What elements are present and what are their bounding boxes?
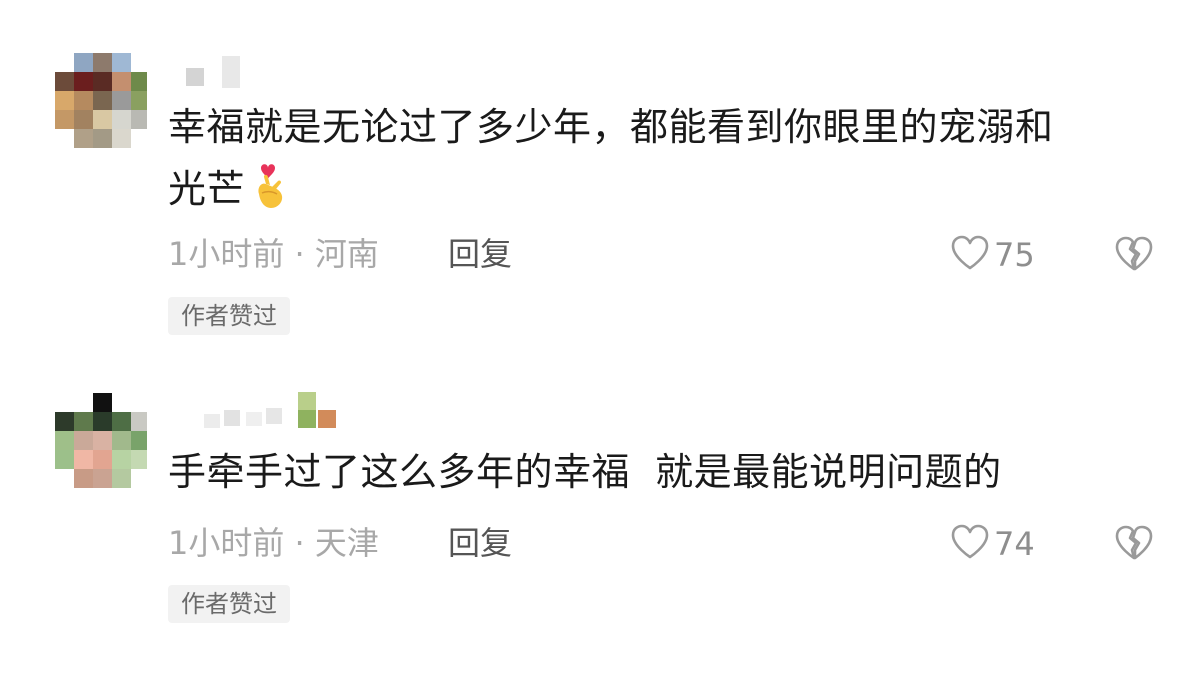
avatar[interactable] [55, 53, 147, 148]
like-count: 75 [994, 236, 1035, 274]
comment-meta: 1小时前 · 天津 [168, 523, 379, 563]
like-count: 74 [994, 525, 1035, 563]
comment-text-line: 幸福就是无论过了多少年，都能看到你眼里的宠溺和 [168, 105, 1054, 149]
heart-outline-icon [950, 235, 990, 275]
comment-location: 天津 [314, 524, 379, 562]
comment-item: 幸福就是无论过了多少年，都能看到你眼里的宠溺和 光芒 1小时前 · 河南 回复 … [0, 0, 1200, 340]
like-button[interactable]: 75 [950, 235, 1035, 275]
dislike-button[interactable] [1114, 235, 1154, 275]
comment-time: 1小时前 [168, 235, 285, 273]
broken-heart-icon [1114, 236, 1154, 277]
dislike-button[interactable] [1114, 524, 1154, 564]
avatar[interactable] [55, 393, 147, 488]
finger-heart-emoji [251, 160, 291, 212]
broken-heart-icon [1114, 525, 1154, 566]
comment-location: 河南 [314, 235, 379, 273]
comment-text-line: 手牵手过了这么多年的幸福 就是最能说明问题的 [168, 450, 1002, 494]
author-liked-badge: 作者赞过 [168, 297, 290, 335]
comment-text-line: 光芒 [168, 158, 1158, 220]
comment-time: 1小时前 [168, 524, 285, 562]
heart-outline-icon [950, 524, 990, 564]
comment-text: 幸福就是无论过了多少年，都能看到你眼里的宠溺和 光芒 [168, 96, 1158, 220]
author-liked-badge: 作者赞过 [168, 585, 290, 623]
username[interactable] [168, 54, 248, 88]
comment-item: 手牵手过了这么多年的幸福 就是最能说明问题的 1小时前 · 天津 回复 74 作… [0, 340, 1200, 673]
comment-meta: 1小时前 · 河南 [168, 234, 379, 274]
like-button[interactable]: 74 [950, 524, 1035, 564]
username[interactable] [168, 392, 348, 428]
reply-button[interactable]: 回复 [448, 523, 512, 563]
reply-button[interactable]: 回复 [448, 234, 512, 274]
comment-text: 手牵手过了这么多年的幸福 就是最能说明问题的 [168, 441, 1158, 503]
meta-separator: · [294, 524, 305, 562]
meta-separator: · [294, 235, 305, 273]
